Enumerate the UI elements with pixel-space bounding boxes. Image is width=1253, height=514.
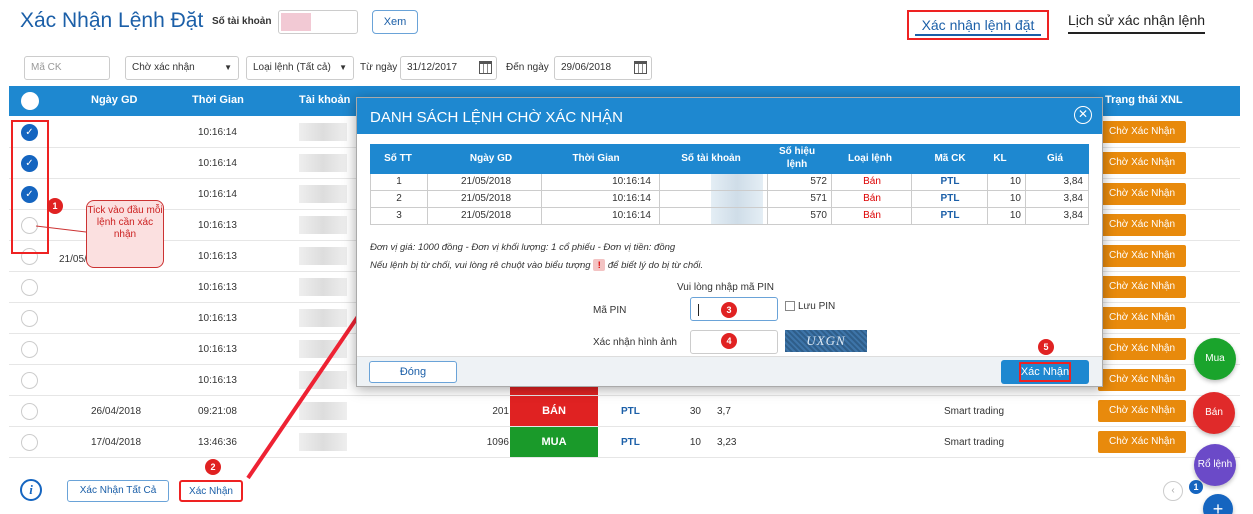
cell-divider	[767, 174, 768, 190]
m-col-no: Số TT	[384, 153, 412, 164]
m-row-price: 3,84	[1063, 193, 1083, 204]
m-row-order-no: 570	[810, 210, 827, 221]
cell-divider	[659, 208, 660, 224]
reject-note-b: để biết lý do bị từ chối.	[607, 260, 704, 271]
m-col-date: Ngày GD	[469, 153, 513, 164]
m-row-date: 21/05/2018	[460, 193, 512, 204]
m-row-symbol: PTL	[940, 176, 960, 187]
checkbox-icon	[785, 301, 795, 312]
step-badge-4: 4	[721, 333, 737, 349]
pin-label: Mã PIN	[593, 305, 627, 316]
cell-divider	[911, 174, 912, 190]
callout-pointer	[35, 225, 87, 233]
save-pin-label: Lưu PIN	[798, 301, 836, 312]
m-row-no: 3	[396, 210, 402, 221]
pending-orders-modal: DANH SÁCH LỆNH CHỜ XÁC NHẬN ✕ Số TT Ngày…	[356, 97, 1103, 387]
cell-divider	[831, 208, 832, 224]
confirm-button[interactable]: Xác Nhận	[179, 480, 243, 502]
m-row-type: Bán	[863, 210, 881, 221]
pin-prompt: Vui lòng nhập mã PIN	[677, 282, 774, 293]
confirm-all-button[interactable]: Xác Nhận Tất Cả	[67, 480, 169, 502]
step-badge-3: 3	[721, 302, 737, 318]
pager-prev[interactable]: ‹	[1163, 481, 1183, 501]
cell-divider	[767, 191, 768, 207]
modal-table-row: 1 21/05/2018 10:16:14 572 Bán PTL 10 3,84	[370, 174, 1089, 191]
modal-table-header: Số TT Ngày GD Thời Gian Số tài khoản Số …	[370, 144, 1089, 174]
cell-divider	[831, 191, 832, 207]
cell-divider	[427, 208, 428, 224]
modal-header: DANH SÁCH LỆNH CHỜ XÁC NHẬN ✕	[357, 98, 1102, 134]
buy-button[interactable]: Mua	[1194, 338, 1236, 380]
step-badge-2: 2	[205, 459, 221, 475]
m-row-price: 3,84	[1063, 210, 1083, 221]
m-row-time: 10:16:14	[612, 193, 651, 204]
m-col-type: Loại lệnh	[848, 153, 892, 164]
save-pin-checkbox[interactable]: Lưu PIN	[785, 301, 835, 312]
unit-note: Đơn vị giá: 1000 đồng - Đơn vị khối lượn…	[370, 242, 676, 253]
m-row-type: Bán	[863, 193, 881, 204]
cell-divider	[1025, 208, 1026, 224]
reject-note-a: Nếu lệnh bị từ chối, vui lòng rê chuột v…	[370, 260, 591, 271]
m-row-qty: 10	[1009, 176, 1021, 187]
cell-divider	[987, 174, 988, 190]
cell-divider	[659, 174, 660, 190]
cell-divider	[987, 191, 988, 207]
sell-button[interactable]: Bán	[1193, 392, 1235, 434]
modal-table-row: 3 21/05/2018 10:16:14 570 Bán PTL 10 3,84	[370, 208, 1089, 225]
m-row-symbol: PTL	[940, 193, 960, 204]
m-col-time: Thời Gian	[572, 153, 620, 164]
cell-divider	[427, 191, 428, 207]
reject-note: Nếu lệnh bị từ chối, vui lòng rê chuột v…	[370, 259, 703, 271]
modal-footer: Đóng Xác Nhận	[357, 356, 1102, 386]
step-badge-5: 5	[1038, 339, 1054, 355]
cell-divider	[767, 208, 768, 224]
annotation-callout: Tick vào đầu mỗi lệnh cần xác nhận	[86, 200, 164, 268]
m-row-qty: 10	[1009, 210, 1021, 221]
warning-icon: !	[593, 259, 606, 271]
m-row-symbol: PTL	[940, 210, 960, 221]
m-row-date: 21/05/2018	[460, 210, 512, 221]
m-row-type: Bán	[863, 176, 881, 187]
m-col-account: Số tài khoản	[681, 153, 741, 164]
m-row-time: 10:16:14	[612, 210, 651, 221]
cell-divider	[659, 191, 660, 207]
order-basket-button[interactable]: Rổ lệnh	[1194, 444, 1236, 486]
m-col-symbol: Mã CK	[934, 153, 966, 164]
captcha-label: Xác nhận hình ảnh	[593, 337, 677, 348]
m-row-time: 10:16:14	[612, 176, 651, 187]
m-col-qty: KL	[993, 153, 1007, 164]
modal-table-row: 2 21/05/2018 10:16:14 571 Bán PTL 10 3,84	[370, 191, 1089, 208]
close-icon[interactable]: ✕	[1074, 106, 1092, 124]
cell-divider	[1025, 191, 1026, 207]
info-icon[interactable]: i	[20, 479, 42, 501]
cell-divider	[911, 208, 912, 224]
m-row-account-redacted	[711, 174, 763, 190]
cell-divider	[541, 174, 542, 190]
captcha-image: UXGN	[785, 330, 867, 352]
cell-divider	[427, 174, 428, 190]
m-row-account-redacted	[711, 208, 763, 224]
cell-divider	[541, 208, 542, 224]
modal-title: DANH SÁCH LỆNH CHỜ XÁC NHẬN	[370, 109, 623, 126]
cell-divider	[1025, 174, 1026, 190]
m-col-order-no: Số hiệu lệnh	[778, 146, 816, 170]
m-row-qty: 10	[1009, 193, 1021, 204]
m-row-no: 2	[396, 193, 402, 204]
confirm-highlight	[1019, 362, 1071, 382]
pager-page[interactable]: 1	[1189, 480, 1203, 494]
m-row-account-redacted	[711, 191, 763, 207]
cell-divider	[831, 174, 832, 190]
m-row-order-no: 572	[810, 176, 827, 187]
step-badge-1: 1	[47, 198, 63, 214]
cell-divider	[541, 191, 542, 207]
m-row-order-no: 571	[810, 193, 827, 204]
modal-close-button[interactable]: Đóng	[369, 361, 457, 383]
m-row-no: 1	[396, 176, 402, 187]
m-row-date: 21/05/2018	[460, 176, 512, 187]
m-row-price: 3,84	[1063, 176, 1083, 187]
cell-divider	[987, 208, 988, 224]
m-col-price: Giá	[1046, 153, 1064, 164]
cell-divider	[911, 191, 912, 207]
